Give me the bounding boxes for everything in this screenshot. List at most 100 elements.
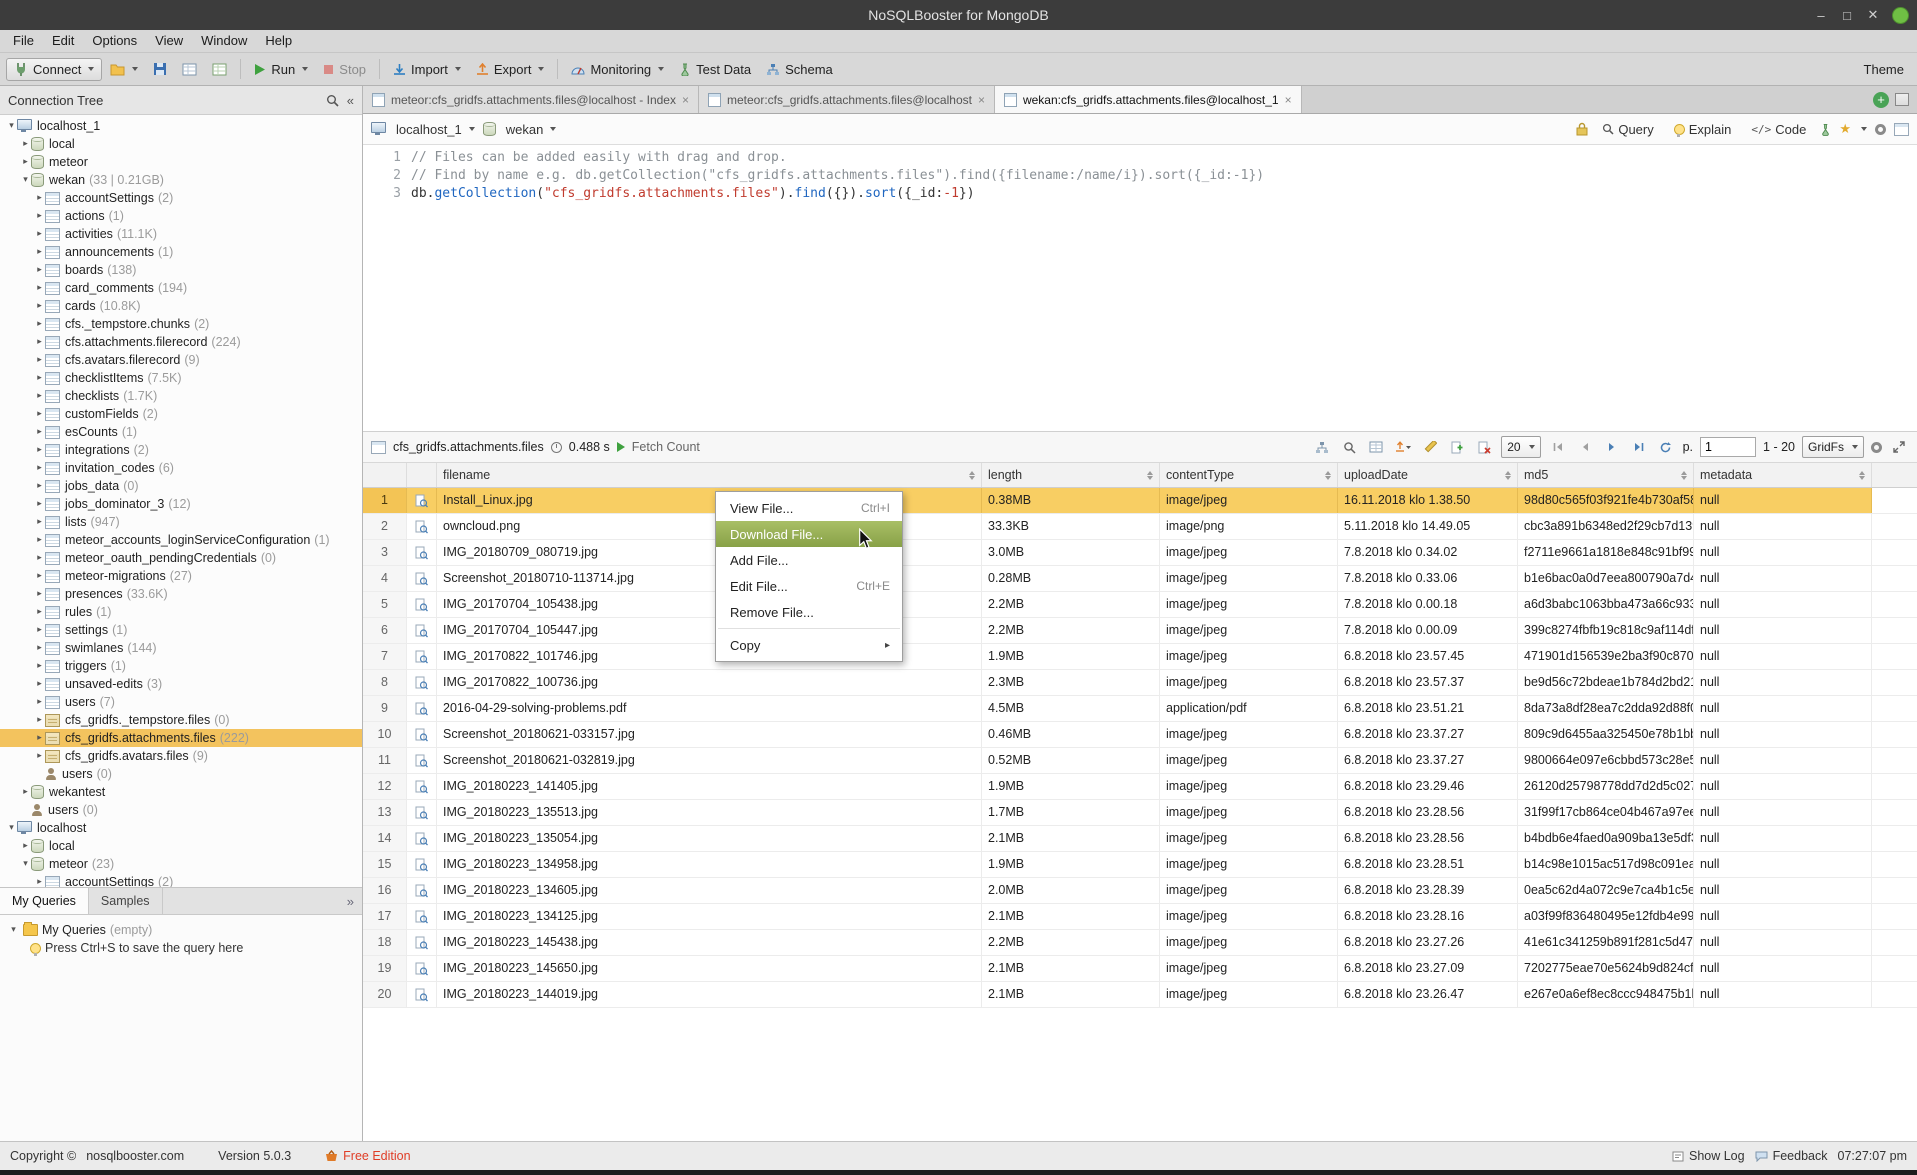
row-preview-icon[interactable]: [407, 566, 437, 591]
metadata-cell[interactable]: null: [1694, 878, 1872, 903]
tree-item[interactable]: users (7): [0, 693, 362, 711]
uploaddate-cell[interactable]: 7.8.2018 klo 0.00.18: [1338, 592, 1518, 617]
tree-caret-icon[interactable]: [34, 499, 45, 509]
uploaddate-cell[interactable]: 6.8.2018 klo 23.51.21: [1338, 696, 1518, 721]
fetch-count-label[interactable]: Fetch Count: [632, 440, 700, 454]
uploaddate-cell[interactable]: 6.8.2018 klo 23.27.26: [1338, 930, 1518, 955]
connect-button[interactable]: Connect: [6, 58, 102, 81]
menu-bar-item[interactable]: File: [4, 30, 43, 52]
uploaddate-cell[interactable]: 6.8.2018 klo 23.28.16: [1338, 904, 1518, 929]
test-data-button[interactable]: Test Data: [672, 59, 758, 80]
tree-item[interactable]: checklists (1.7K): [0, 387, 362, 405]
header-md5[interactable]: md5: [1518, 463, 1694, 487]
tree-item[interactable]: swimlanes (144): [0, 639, 362, 657]
length-cell[interactable]: 2.1MB: [982, 904, 1160, 929]
tree-item[interactable]: customFields (2): [0, 405, 362, 423]
tab-close-icon[interactable]: [978, 93, 985, 107]
tree-caret-icon[interactable]: [34, 679, 45, 689]
row-preview-icon[interactable]: [407, 540, 437, 565]
length-cell[interactable]: 2.3MB: [982, 670, 1160, 695]
tree-caret-icon[interactable]: [34, 373, 45, 383]
tree-caret-icon[interactable]: [34, 553, 45, 563]
tree-caret-icon[interactable]: [20, 139, 31, 149]
tree-caret-icon[interactable]: [34, 535, 45, 545]
tree-caret-icon[interactable]: [34, 265, 45, 275]
md5-cell[interactable]: 7202775eae70e5624b9d824cff6: [1518, 956, 1694, 981]
last-page-icon[interactable]: [1629, 437, 1649, 457]
filename-cell[interactable]: Screenshot_20180621-033157.jpg: [437, 722, 982, 747]
tab-close-icon[interactable]: [682, 93, 689, 107]
metadata-cell[interactable]: null: [1694, 852, 1872, 877]
row-preview-icon[interactable]: [407, 618, 437, 643]
length-cell[interactable]: 2.0MB: [982, 878, 1160, 903]
table-row[interactable]: 10 Screenshot_20180621-033157.jpg 0.46MB…: [363, 722, 1917, 748]
table-row[interactable]: 6 IMG_20170704_105447.jpg 2.2MB image/jp…: [363, 618, 1917, 644]
contenttype-cell[interactable]: image/jpeg: [1160, 748, 1338, 773]
md5-cell[interactable]: f2711e9661a1818e848c91bf99b: [1518, 540, 1694, 565]
row-preview-icon[interactable]: [407, 514, 437, 539]
tree-caret-icon[interactable]: [34, 481, 45, 491]
tree-caret-icon[interactable]: [34, 571, 45, 581]
theme-button[interactable]: Theme: [1857, 59, 1911, 80]
filename-cell[interactable]: IMG_20170822_100736.jpg: [437, 670, 982, 695]
tree-item[interactable]: jobs_dominator_3 (12): [0, 495, 362, 513]
sort-icon[interactable]: [1143, 471, 1153, 480]
tree-caret-icon[interactable]: [34, 607, 45, 617]
menu-bar-item[interactable]: Help: [256, 30, 301, 52]
sort-icon[interactable]: [1501, 471, 1511, 480]
sort-icon[interactable]: [1855, 471, 1865, 480]
md5-cell[interactable]: 41e61c341259b891f281c5d47f0: [1518, 930, 1694, 955]
tree-item[interactable]: presences (33.6K): [0, 585, 362, 603]
filename-cell[interactable]: IMG_20180223_135513.jpg: [437, 800, 982, 825]
metadata-cell[interactable]: null: [1694, 670, 1872, 695]
site-label[interactable]: nosqlbooster.com: [86, 1149, 184, 1163]
sql-export-button[interactable]: [205, 60, 234, 79]
tree-item[interactable]: local: [0, 135, 362, 153]
expand-results-icon[interactable]: [1889, 437, 1909, 457]
tree-caret-icon[interactable]: [34, 445, 45, 455]
connection-crumb[interactable]: localhost_1: [371, 122, 475, 137]
tree-item[interactable]: users (0): [0, 765, 362, 783]
md5-cell[interactable]: b14c98e1015ac517d98c091ead: [1518, 852, 1694, 877]
table-row[interactable]: 4 Screenshot_20180710-113714.jpg 0.28MB …: [363, 566, 1917, 592]
stop-button[interactable]: Stop: [316, 59, 373, 80]
tree-caret-icon[interactable]: [34, 715, 45, 725]
row-preview-icon[interactable]: [407, 670, 437, 695]
row-preview-icon[interactable]: [407, 826, 437, 851]
contenttype-cell[interactable]: image/jpeg: [1160, 540, 1338, 565]
tree-caret-icon[interactable]: [34, 625, 45, 635]
row-preview-icon[interactable]: [407, 878, 437, 903]
first-page-icon[interactable]: [1548, 437, 1568, 457]
tree-item[interactable]: card_comments (194): [0, 279, 362, 297]
tree-item[interactable]: local: [0, 837, 362, 855]
length-cell[interactable]: 3.0MB: [982, 540, 1160, 565]
save-button[interactable]: [146, 59, 174, 79]
filename-cell[interactable]: 2016-04-29-solving-problems.pdf: [437, 696, 982, 721]
length-cell[interactable]: 1.9MB: [982, 774, 1160, 799]
menu-item-edit-file[interactable]: Edit File... Ctrl+E: [716, 573, 902, 599]
table-row[interactable]: 16 IMG_20180223_134605.jpg 2.0MB image/j…: [363, 878, 1917, 904]
tree-caret-icon[interactable]: [34, 283, 45, 293]
uploaddate-cell[interactable]: 6.8.2018 klo 23.57.45: [1338, 644, 1518, 669]
metadata-cell[interactable]: null: [1694, 722, 1872, 747]
tree-item[interactable]: esCounts (1): [0, 423, 362, 441]
tree-caret-icon[interactable]: [34, 193, 45, 203]
tree-caret-icon[interactable]: [20, 859, 31, 869]
tree-item[interactable]: invitation_codes (6): [0, 459, 362, 477]
uploaddate-cell[interactable]: 7.8.2018 klo 0.34.02: [1338, 540, 1518, 565]
table-view-icon[interactable]: [1366, 437, 1386, 457]
uploaddate-cell[interactable]: 6.8.2018 klo 23.26.47: [1338, 982, 1518, 1007]
collapse-panel-icon[interactable]: «: [347, 93, 354, 108]
uploaddate-cell[interactable]: 16.11.2018 klo 1.38.50: [1338, 488, 1518, 513]
length-cell[interactable]: 0.46MB: [982, 722, 1160, 747]
contenttype-cell[interactable]: image/jpeg: [1160, 566, 1338, 591]
query-editor[interactable]: 1 // Files can be added easily with drag…: [363, 145, 1917, 431]
tree-caret-icon[interactable]: [34, 211, 45, 221]
tree-item[interactable]: cfs_gridfs._tempstore.files (0): [0, 711, 362, 729]
length-cell[interactable]: 2.1MB: [982, 826, 1160, 851]
table-row[interactable]: 17 IMG_20180223_134125.jpg 2.1MB image/j…: [363, 904, 1917, 930]
table-row[interactable]: 15 IMG_20180223_134958.jpg 1.9MB image/j…: [363, 852, 1917, 878]
md5-cell[interactable]: 809c9d6455aa325450e78b1bb2: [1518, 722, 1694, 747]
view-mode-select[interactable]: GridFs: [1802, 436, 1864, 458]
row-preview-icon[interactable]: [407, 930, 437, 955]
